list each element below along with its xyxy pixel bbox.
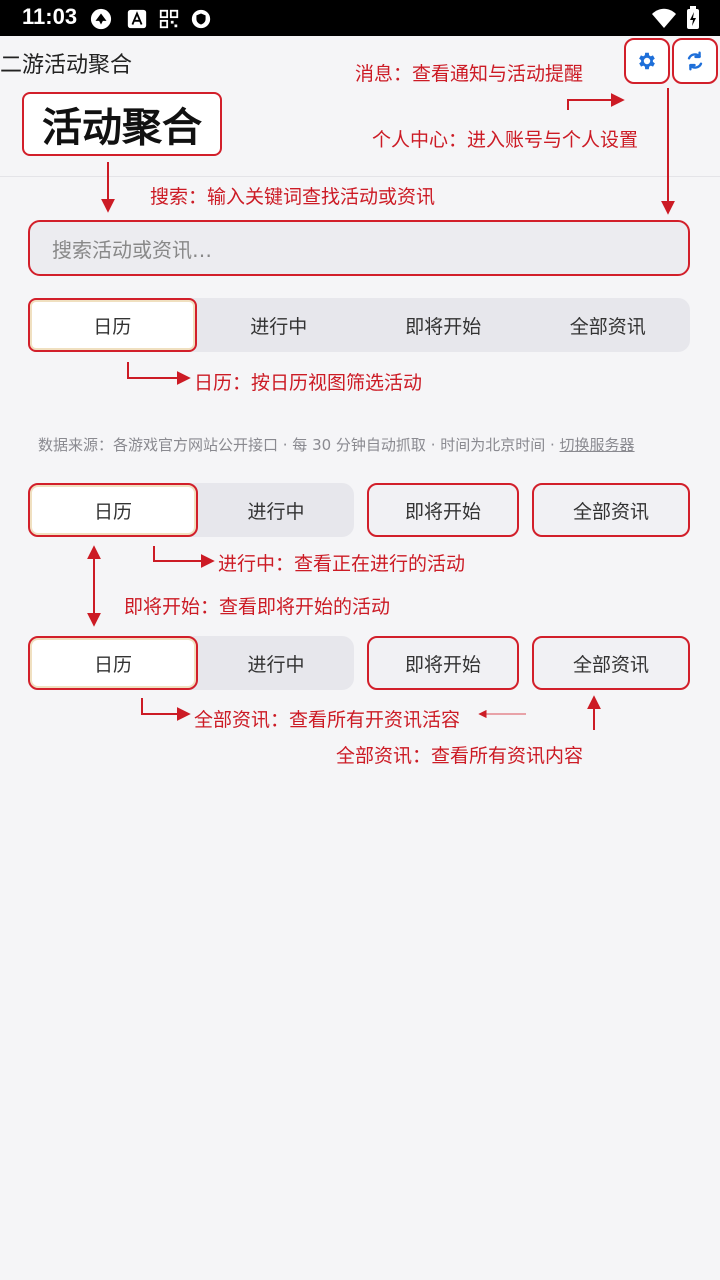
app-title: 二游活动聚合 <box>0 53 133 78</box>
refresh-icon <box>687 51 703 71</box>
app-a-icon <box>127 9 147 29</box>
tab-all-news-row2[interactable]: 全部资讯 <box>532 483 690 537</box>
battery-icon <box>687 6 699 29</box>
arrow-all-news-open <box>141 698 191 721</box>
tab-calendar-row3[interactable]: 日历 <box>28 636 198 690</box>
annotation-search: 搜索：输入关键词查找活动或资讯 <box>150 186 436 208</box>
tab-upcoming-row2[interactable]: 即将开始 <box>367 483 519 537</box>
annotation-all-news: 全部资讯：查看所有资讯内容 <box>336 745 584 767</box>
qr-icon <box>159 9 179 29</box>
annotation-all-news-open: 全部资讯：查看所有开资讯活容 <box>194 709 461 731</box>
tab-upcoming[interactable]: 即将开始 <box>361 298 526 352</box>
app-sync-icon <box>90 8 112 30</box>
wifi-icon <box>652 8 676 28</box>
tab-ongoing-row2[interactable]: 进行中 <box>198 483 354 537</box>
tab-ongoing-row3[interactable]: 进行中 <box>198 636 354 690</box>
vpn-icon <box>191 9 211 29</box>
switch-server-link[interactable]: 切换服务器 <box>560 436 635 454</box>
settings-button[interactable] <box>624 38 670 84</box>
arrow-calendar <box>127 362 191 385</box>
status-time: 11:03 <box>22 4 78 29</box>
page-title: 活动聚合 <box>22 92 222 156</box>
annotation-upcoming: 即将开始：查看即将开始的活动 <box>124 596 391 618</box>
annotation-ongoing: 进行中：查看正在进行的活动 <box>218 553 466 575</box>
tab-upcoming-row3[interactable]: 即将开始 <box>367 636 519 690</box>
refresh-button[interactable] <box>672 38 718 84</box>
tab-calendar-row2[interactable]: 日历 <box>28 483 198 537</box>
tab-bar-primary: 日历 进行中 即将开始 全部资讯 <box>28 298 690 352</box>
status-bar: 11:03 <box>0 0 720 36</box>
annotation-calendar: 日历：按日历视图筛选活动 <box>194 372 423 394</box>
settings-icon <box>639 52 655 70</box>
tab-calendar[interactable]: 日历 <box>28 298 197 352</box>
divider <box>0 176 720 177</box>
arrow-ongoing <box>153 546 215 568</box>
data-source-note: 数据来源：各游戏官方网站公开接口 · 每 30 分钟自动抓取 · 时间为北京时间… <box>38 434 635 455</box>
tab-all-news-row3[interactable]: 全部资讯 <box>532 636 690 690</box>
data-source-text: 数据来源：各游戏官方网站公开接口 · 每 30 分钟自动抓取 · 时间为北京时间… <box>38 436 560 454</box>
annotation-messages: 消息：查看通知与活动提醒 <box>355 63 584 85</box>
tab-all-news[interactable]: 全部资讯 <box>526 298 691 352</box>
search-input[interactable]: 搜索活动或资讯… <box>28 220 690 276</box>
arrow-messages <box>567 93 625 110</box>
annotation-profile: 个人中心：进入账号与个人设置 <box>372 129 639 151</box>
tab-ongoing[interactable]: 进行中 <box>197 298 362 352</box>
